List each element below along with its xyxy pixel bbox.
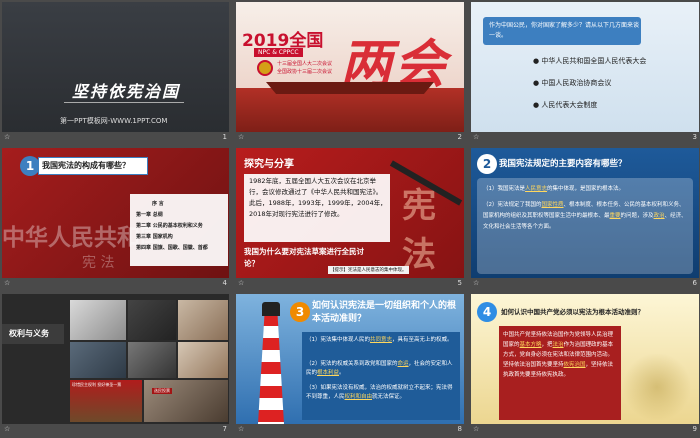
slide-footer-3: ☆ 3 xyxy=(473,133,697,141)
star-icon[interactable]: ☆ xyxy=(473,133,479,141)
seal-text: 宪法 xyxy=(402,186,436,275)
toc-item: 序 言 xyxy=(152,201,164,207)
slide-thumbnail-4[interactable]: 中华人民共和国 宪 法 1 我国宪法的构成有哪些？ 序 言 第一章 总纲 第二章… xyxy=(2,148,229,278)
banner-line-2: 全国政协十三届二次会议 xyxy=(277,69,333,75)
header-text: 我国宪法的构成有哪些？ xyxy=(42,161,130,170)
hint-text: 【提示】宪法是人民意志的集中体现。 xyxy=(328,266,409,274)
slide-thumbnail-9[interactable]: 4 如何认识中国共产党必须以宪法为根本活动准则？ 中国共产党坚持依法治国作为党领… xyxy=(471,294,699,424)
slide-footer-4: ☆ 4 xyxy=(4,279,227,287)
divider xyxy=(64,102,184,103)
point-text: （3）如果宪法没有权威，法治的权威就树立不起来；宪法得不到尊重，人民权利和自由就… xyxy=(306,385,453,400)
gate-roof xyxy=(266,82,434,94)
toc-item: 第四章 国旗、国歌、国徽、首都 xyxy=(136,245,208,251)
slide-thumbnail-8[interactable]: 3 如何认识宪法是一切组织和个人的根本活动准则？ （1）宪法集中体现人民的共同意… xyxy=(236,294,464,424)
slide-thumbnail-5[interactable]: 宪法 探究与分享 1982年底，五届全国人大五次会议在北京举行，会议修改通过了《… xyxy=(236,148,464,278)
title-text: 坚持依宪治国 xyxy=(72,82,181,101)
slide-thumbnail-7[interactable]: 权利与义务 珍惜民主权利 投好神圣一票 选民投票 xyxy=(2,294,229,424)
slide-footer-1: ☆ 1 xyxy=(4,133,227,141)
point-text: （2）宪法的权威关系到政党和国家的命运，社会的安定和人民的根本利益。 xyxy=(306,361,453,376)
subtitle-text: 第一PPT模板网-WWW.1PPT.COM xyxy=(60,117,168,125)
slide-thumbnail-1[interactable]: 坚持依宪治国 第一PPT模板网-WWW.1PPT.COM xyxy=(2,2,229,132)
star-icon[interactable]: ☆ xyxy=(238,425,244,433)
list-item: ● 人民代表大会制度 xyxy=(533,101,598,109)
section-badge: 4 xyxy=(477,302,497,322)
toc-item: 第一章 总纲 xyxy=(136,212,163,218)
toc-panel xyxy=(130,194,228,266)
banner-label: NPC & CPPCC xyxy=(254,48,303,57)
point-text: （1）我国宪法是人民意志的集中体现，是国家的根本法。 xyxy=(483,186,625,192)
slide-thumbnail-6[interactable]: 2 我国宪法规定的主要内容有哪些？ （1）我国宪法是人民意志的集中体现，是国家的… xyxy=(471,148,699,278)
photo-image xyxy=(128,342,176,378)
lighthouse-top xyxy=(262,302,280,316)
slide-footer-9: ☆ 9 xyxy=(473,425,697,433)
brush-art xyxy=(621,354,693,420)
banner-line-1: 十三届全国人大二次会议 xyxy=(277,61,333,67)
photo-sign-2: 选民投票 xyxy=(152,388,172,394)
star-icon[interactable]: ☆ xyxy=(238,133,244,141)
slide-footer-2: ☆ 2 xyxy=(238,133,462,141)
photo-image xyxy=(128,300,176,340)
photo-image xyxy=(178,300,228,340)
question-text: 作为中国公民，你对国家了解多少？请从以下几方面来谈一谈。 xyxy=(489,22,640,39)
slide-footer-7: ☆ 7 xyxy=(4,425,227,433)
section-badge: 1 xyxy=(20,156,40,176)
lighthouse-image xyxy=(258,314,284,424)
gate-image xyxy=(236,88,464,132)
list-item: ● 中华人民共和国全国人民代表大会 xyxy=(533,57,647,65)
section-badge: 3 xyxy=(290,302,310,322)
star-icon[interactable]: ☆ xyxy=(4,279,10,287)
toc-item: 第三章 国家机构 xyxy=(136,234,173,240)
photo-sign: 珍惜民主权利 投好神圣一票 xyxy=(72,382,122,387)
star-icon[interactable]: ☆ xyxy=(238,279,244,287)
body-text: 1982年底，五届全国人大五次会议在北京举行，会议修改通过了《中华人民共和国宪法… xyxy=(249,177,387,218)
slide-thumbnail-3[interactable]: 作为中国公民，你对国家了解多少？请从以下几方面来谈一谈。 ● 中华人民共和国全国… xyxy=(471,2,699,132)
body-text: 中国共产党坚持依法治国作为党领导人民治理国家的基本方略，把法治作为治国理政的基本… xyxy=(503,332,614,378)
slide-footer-5: ☆ 5 xyxy=(238,279,462,287)
list-item: ● 中国人民政治协商会议 xyxy=(533,79,612,87)
header-text: 如何认识中国共产党必须以宪法为根本活动准则？ xyxy=(501,308,644,316)
star-icon[interactable]: ☆ xyxy=(473,425,479,433)
toc-item: 第二章 公民的基本权利和义务 xyxy=(136,223,203,229)
star-icon[interactable]: ☆ xyxy=(4,425,10,433)
star-icon[interactable]: ☆ xyxy=(473,279,479,287)
slide-title: 探究与分享 xyxy=(244,159,294,170)
emblem-icon xyxy=(257,60,273,76)
slide-footer-8: ☆ 8 xyxy=(238,425,462,433)
point-text: （1）宪法集中体现人民的共同意志，具有至高无上的权威。 xyxy=(306,337,453,343)
point-text: （2）宪法规定了我国的国家性质、根本制度、根本任务、公民的基本权利和义务、国家机… xyxy=(483,202,687,230)
star-icon[interactable]: ☆ xyxy=(4,133,10,141)
slide-thumbnail-2[interactable]: 2019全国 NPC & CPPCC 十三届全国人大二次会议 全国政协十三届二次… xyxy=(236,2,464,132)
header-text: 如何认识宪法是一切组织和个人的根本活动准则？ xyxy=(312,301,457,324)
photo-image xyxy=(144,380,228,422)
header-text: 我国宪法规定的主要内容有哪些？ xyxy=(499,159,627,169)
photo-image xyxy=(70,300,126,340)
photo-image xyxy=(70,342,126,378)
slide-footer-6: ☆ 6 xyxy=(473,279,697,287)
section-badge: 2 xyxy=(477,154,497,174)
photo-image xyxy=(178,342,228,378)
section-label: 权利与义务 xyxy=(9,329,49,338)
bg-text-2: 宪 法 xyxy=(82,255,115,271)
